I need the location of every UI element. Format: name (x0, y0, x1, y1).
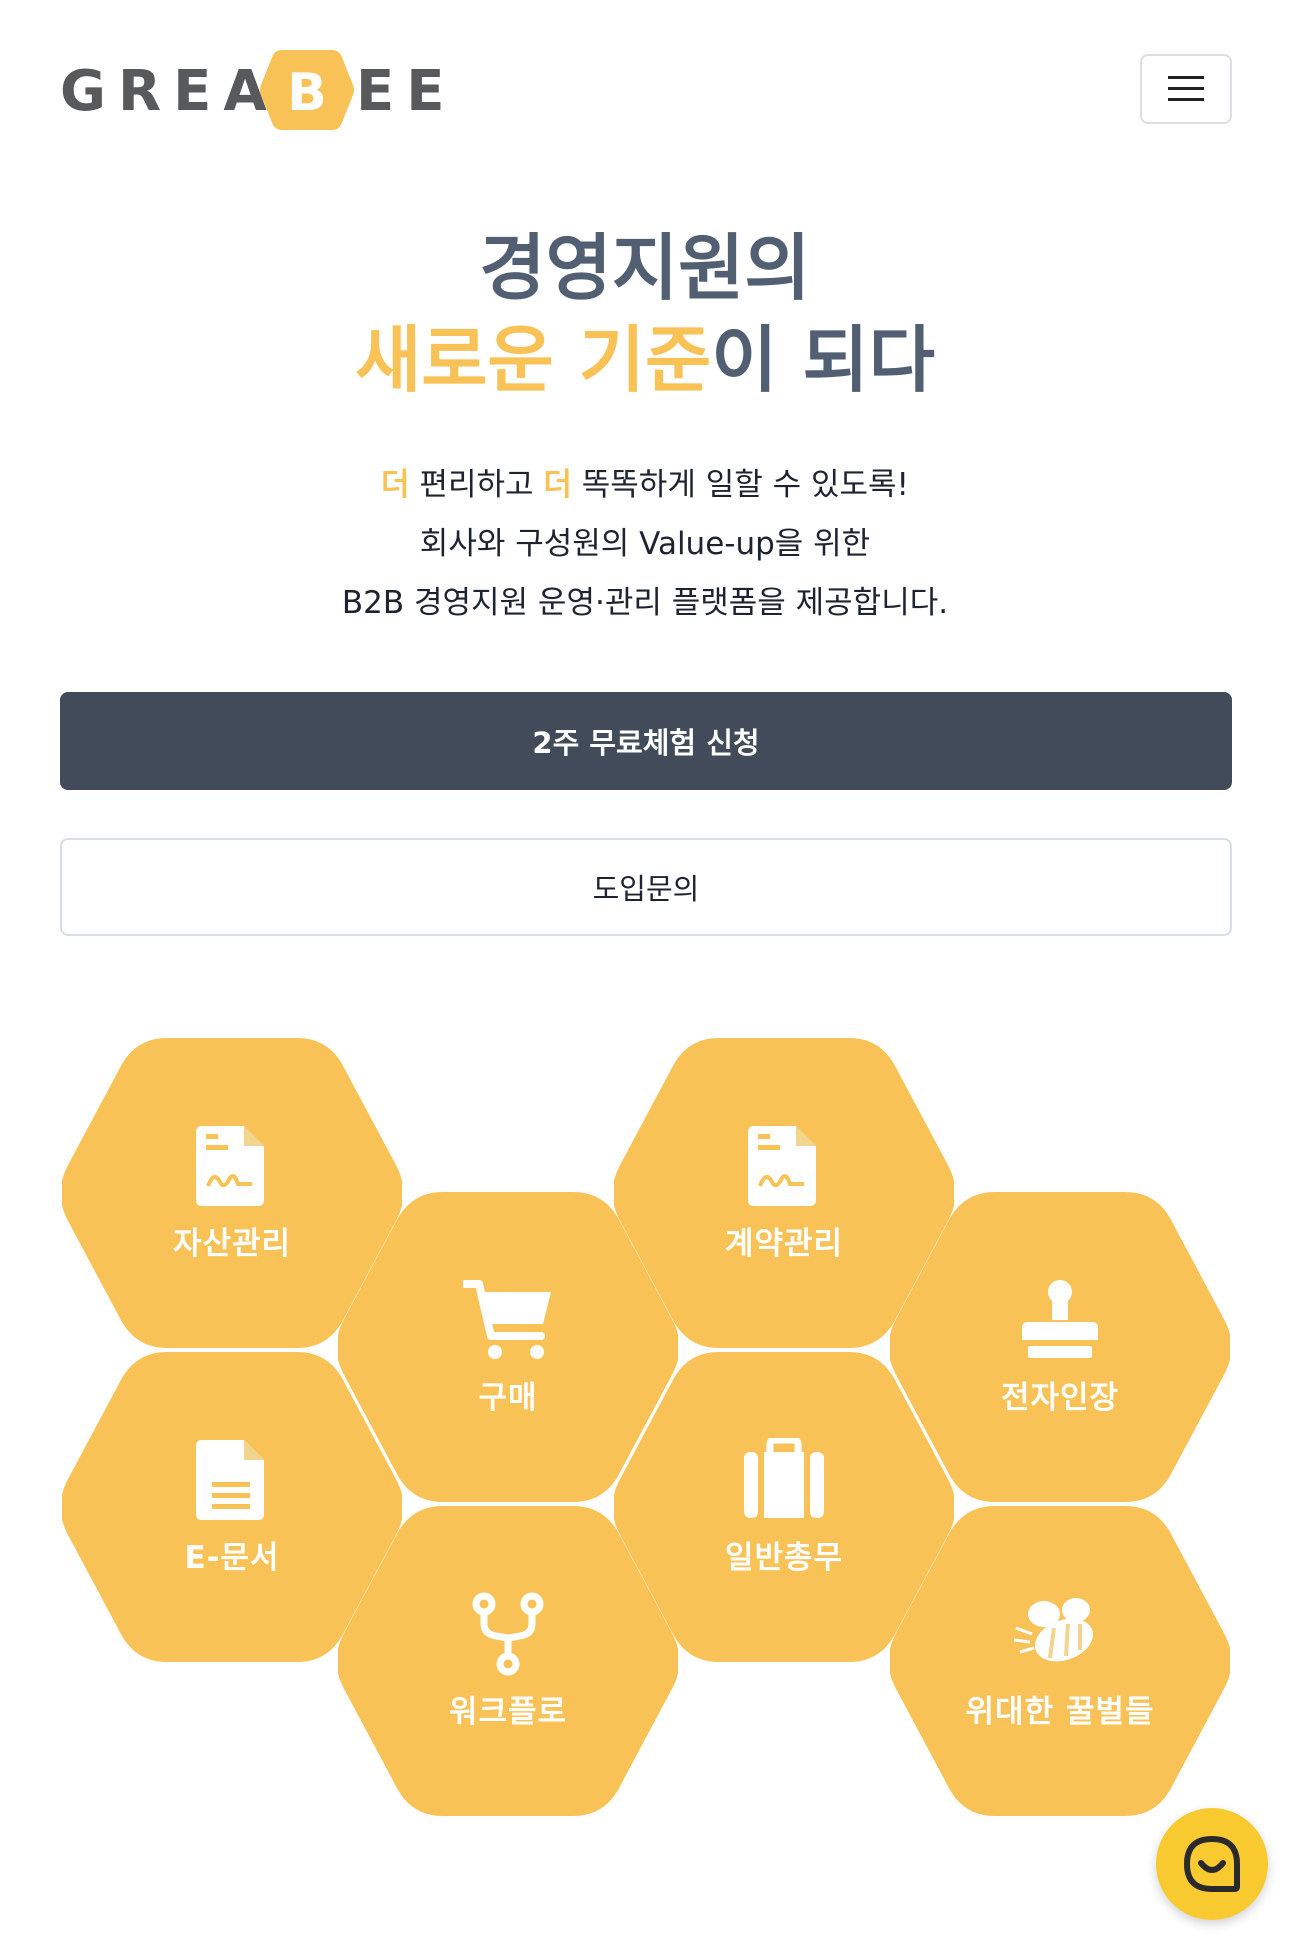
service-workflow[interactable]: 워크플로 (338, 1506, 678, 1816)
chat-icon (1183, 1835, 1240, 1892)
service-label: E-문서 (184, 1539, 280, 1576)
free-trial-button[interactable]: 2주 무료체험 신청 (60, 692, 1232, 790)
hero-title-accent: 새로운 기준 (354, 318, 712, 402)
briefcase-icon (744, 1437, 824, 1518)
hero-desc-line3: B2B 경영지원 운영·관리 플랫폼을 제공합니다. (341, 585, 949, 621)
desc-accent: 더 (381, 467, 410, 503)
document-signature-icon (196, 1125, 264, 1206)
hero-desc-line2: 회사와 구성원의 Value-up을 위한 (419, 526, 871, 562)
hero-description: 더 편리하고 더 똑똑하게 일할 수 있도록! 회사와 구성원의 Value-u… (0, 456, 1290, 633)
hamburger-icon (1168, 76, 1204, 101)
hero-title-line1: 경영지원의 (479, 226, 811, 310)
logo-text-ee: EE (356, 59, 457, 124)
document-icon (196, 1439, 264, 1520)
service-label: 자산관리 (172, 1225, 292, 1262)
chat-button[interactable] (1156, 1808, 1268, 1920)
workflow-icon (472, 1592, 544, 1675)
service-label: 위대한 꿀벌들 (965, 1693, 1155, 1730)
hero-title: 경영지원의 새로운 기준이 되다 (0, 222, 1290, 406)
desc-accent: 더 (543, 467, 572, 503)
document-signature-icon (748, 1125, 816, 1206)
service-label: 계약관리 (724, 1225, 844, 1262)
logo-hexagon: B (260, 50, 354, 130)
hero-desc-line1: 더 편리하고 더 똑똑하게 일할 수 있도록! (0, 456, 1290, 515)
shopping-cart-icon (463, 1279, 551, 1359)
service-great-bees[interactable]: 위대한 꿀벌들 (890, 1506, 1230, 1816)
stamp-icon (1022, 1279, 1098, 1358)
hero-title-line2: 새로운 기준이 되다 (0, 314, 1290, 406)
inquiry-button[interactable]: 도입문의 (60, 838, 1232, 936)
desc-text: 편리하고 (409, 467, 544, 503)
bee-icon (1013, 1597, 1094, 1661)
logo-letter: B (287, 63, 327, 123)
menu-button[interactable] (1140, 54, 1232, 124)
service-label: 전자인장 (1000, 1379, 1120, 1416)
service-label: 구매 (478, 1379, 538, 1416)
desc-text: 똑똑하게 일할 수 있도록! (571, 467, 909, 503)
logo[interactable]: GREAT B EE (60, 46, 445, 134)
service-label: 워크플로 (448, 1693, 568, 1730)
service-label: 일반총무 (724, 1539, 844, 1576)
hero-title-rest: 이 되다 (711, 318, 936, 402)
